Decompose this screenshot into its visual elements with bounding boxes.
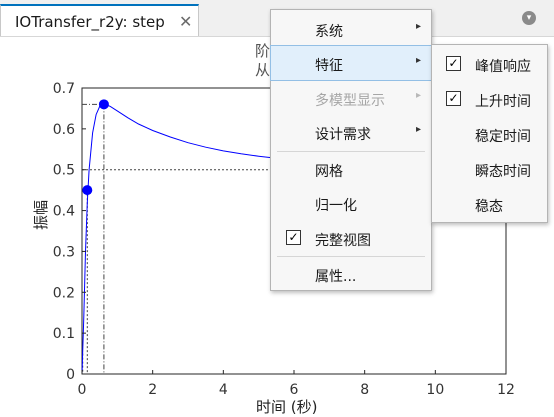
menu-item-label: 完整视图 (315, 233, 371, 249)
y-tick-label: 0.7 (53, 81, 75, 97)
menu-item-label: 多模型显示 (315, 93, 385, 109)
menu-item-grid[interactable]: 网格 (271, 152, 431, 186)
menu-item-normalize[interactable]: 归一化 (271, 186, 431, 220)
context-menu: 系统 ▸ 特征 ▸ 多模型显示 ▸ 设计需求 ▸ 网格 归一化 ✓ 完整视图 属… (270, 9, 432, 291)
menu-item-label: 归一化 (315, 198, 357, 214)
rise-marker (82, 185, 93, 196)
submenu-arrow-icon: ▸ (415, 21, 421, 32)
x-tick-label: 10 (426, 382, 444, 398)
submenu-item-settling-time[interactable]: 稳定时间 (432, 116, 547, 151)
y-tick-label: 0.1 (53, 326, 75, 342)
x-tick-label: 0 (78, 382, 87, 398)
submenu-item-steady-state[interactable]: 稳态 (432, 186, 547, 221)
submenu-item-label: 上升时间 (475, 94, 531, 110)
characteristics-submenu: ✓ 峰值响应 ✓ 上升时间 稳定时间 瞬态时间 稳态 (431, 44, 548, 223)
y-tick-label: 0.2 (53, 285, 75, 301)
menu-item-full-view[interactable]: ✓ 完整视图 (271, 221, 431, 255)
menu-item-label: 设计需求 (315, 127, 371, 143)
menu-item-label: 网格 (315, 164, 343, 180)
y-tick-label: 0.4 (53, 204, 75, 220)
checkmark-icon: ✓ (446, 56, 461, 71)
submenu-item-transient-time[interactable]: 瞬态时间 (432, 151, 547, 186)
submenu-item-label: 峰值响应 (475, 59, 531, 75)
menu-item-multimodel-display: 多模型显示 ▸ (271, 81, 431, 115)
menu-item-system[interactable]: 系统 ▸ (271, 12, 431, 46)
x-tick-label: 8 (360, 382, 369, 398)
menu-item-label: 系统 (315, 24, 343, 40)
y-tick-label: 0.3 (53, 244, 75, 260)
menu-item-label: 特征 (315, 58, 343, 74)
submenu-item-peak-response[interactable]: ✓ 峰值响应 (432, 46, 547, 81)
submenu-item-label: 瞬态时间 (475, 164, 531, 180)
menu-item-label: 属性... (315, 269, 357, 285)
submenu-arrow-icon: ▸ (415, 55, 421, 66)
x-tick-label: 12 (497, 382, 515, 398)
checkmark-icon: ✓ (286, 230, 301, 245)
x-tick-label: 2 (148, 382, 157, 398)
menu-item-design-requirements[interactable]: 设计需求 ▸ (271, 115, 431, 149)
y-tick-label: 0.6 (53, 122, 75, 138)
y-axis-label: 振幅 (32, 199, 50, 230)
submenu-item-rise-time[interactable]: ✓ 上升时间 (432, 81, 547, 116)
y-tick-label: 0.5 (53, 163, 75, 179)
submenu-arrow-icon: ▸ (415, 90, 421, 101)
checkmark-icon: ✓ (446, 91, 461, 106)
peak-marker (98, 99, 109, 110)
menu-item-properties[interactable]: 属性... (271, 257, 431, 291)
submenu-arrow-icon: ▸ (415, 124, 421, 135)
x-tick-label: 4 (219, 382, 228, 398)
submenu-item-label: 稳定时间 (475, 129, 531, 145)
menu-item-characteristics[interactable]: 特征 ▸ (270, 45, 432, 81)
submenu-item-label: 稳态 (475, 199, 503, 215)
y-tick-label: 0 (66, 367, 75, 383)
